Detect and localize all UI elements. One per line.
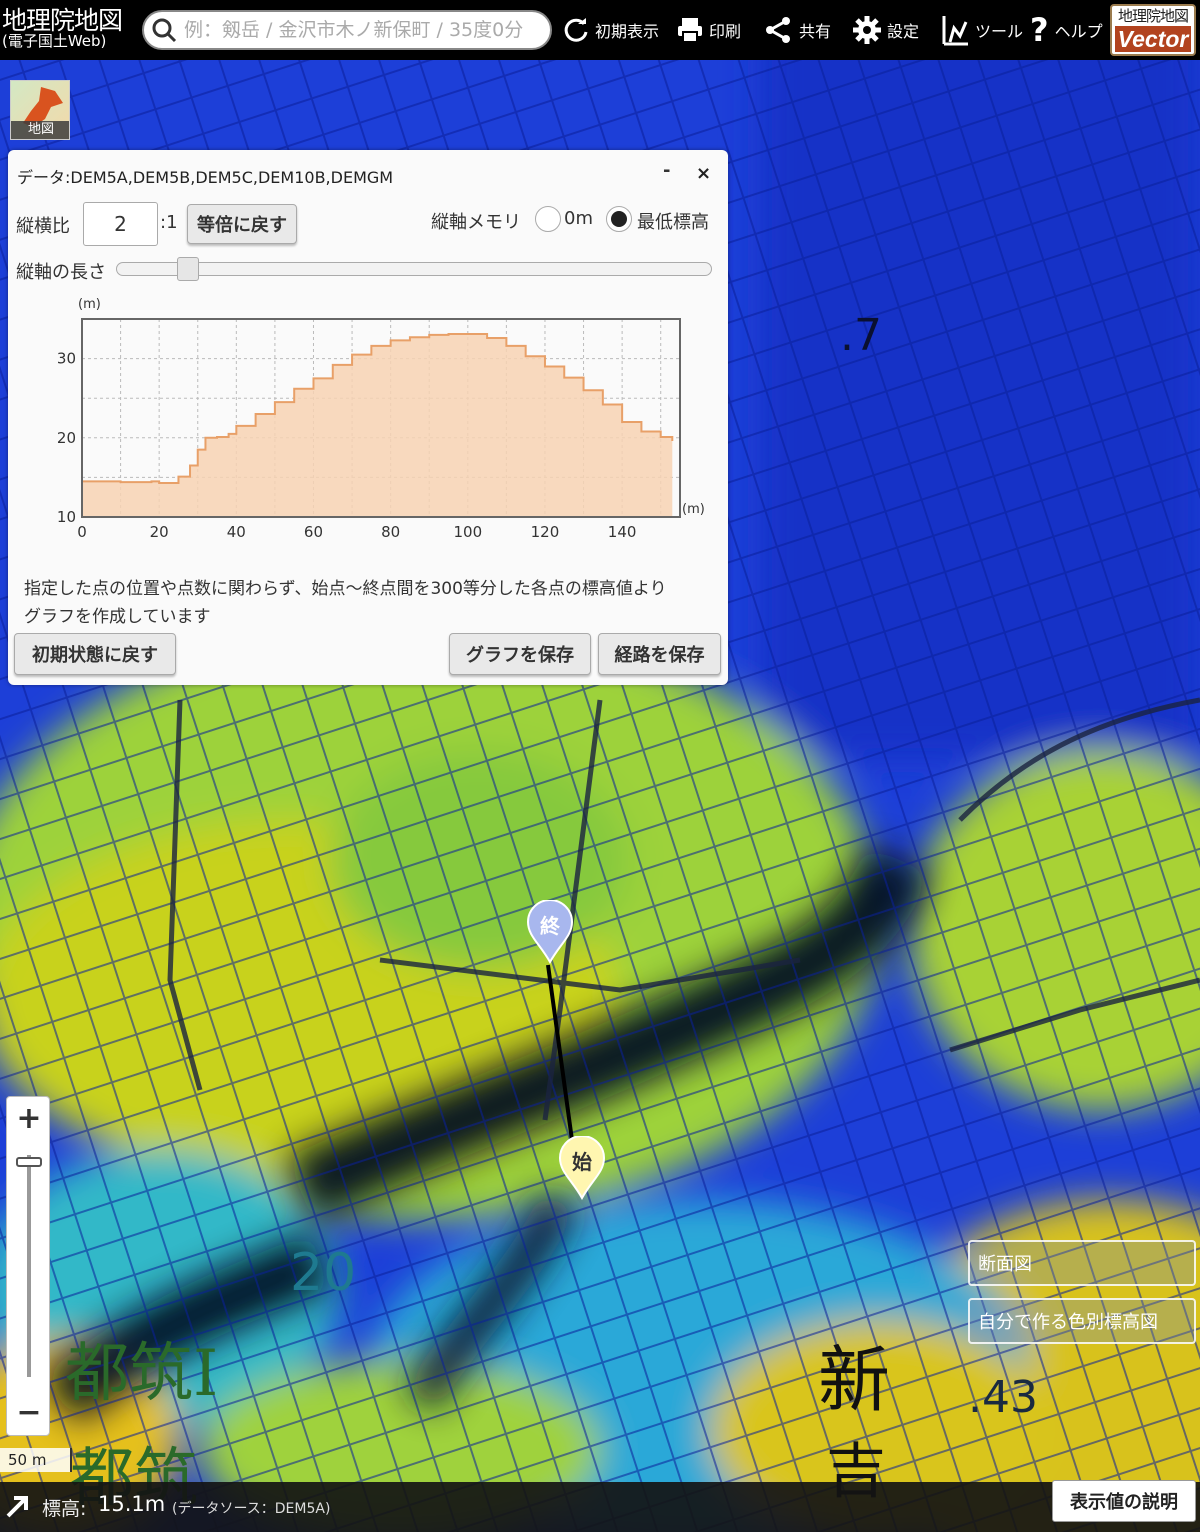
y-tick-label: 10 [57, 508, 76, 526]
profile-tool-button[interactable]: 断面図 [968, 1240, 1196, 1286]
radio-min-elevation[interactable] [606, 206, 632, 232]
x-tick-label: 20 [150, 523, 169, 541]
printer-icon [678, 18, 702, 43]
ratio-label: 縦横比 [16, 216, 70, 237]
axis-length-slider[interactable] [116, 262, 712, 276]
settings-button[interactable]: 設定 [852, 0, 919, 60]
x-tick-label: 0 [77, 523, 87, 541]
zoom-control: + − [6, 1096, 50, 1436]
share-icon [766, 17, 790, 43]
site-logo[interactable]: 地理院地図 (電子国土Web) [0, 0, 138, 60]
y-tick-label: 30 [57, 350, 76, 368]
start-marker-label: 始 [572, 1150, 592, 1174]
note-line-1: 指定した点の位置や点数に関わらず、始点〜終点間を300等分した各点の標高値より [24, 579, 667, 599]
elevation-source: (データソース：DEM5A) [172, 1501, 331, 1517]
elevation-profile-chart: 10 20 30 0 20 40 60 80 100 120 140 (m) (m) [57, 297, 705, 541]
vector-logo-word: Vector [1115, 26, 1191, 52]
radio-zero-m-label: 0m [564, 208, 593, 229]
zoom-slider-rail[interactable] [27, 1155, 31, 1377]
search-box [142, 10, 552, 50]
tool-icon [942, 16, 968, 46]
help-label: ヘルプ [1054, 22, 1103, 41]
zoom-slider-knob[interactable] [16, 1157, 42, 1167]
base-map-selector[interactable]: 地図 [10, 80, 70, 140]
vector-link-logo[interactable]: 地理院地図 Vector [1110, 4, 1196, 56]
elev-label-7: .7 [840, 310, 882, 361]
brand-title: 地理院地図 [2, 6, 123, 35]
save-graph-button[interactable]: グラフを保存 [449, 633, 591, 675]
note-line-2: グラフを作成しています [24, 607, 211, 627]
close-button[interactable]: × [696, 163, 711, 184]
zoom-in-button[interactable]: + [7, 1097, 51, 1141]
y-tick-label: 20 [57, 429, 76, 447]
place-label-shin: 新 [818, 1338, 890, 1422]
expand-arrow-icon[interactable] [4, 1492, 32, 1520]
x-axis-unit: (m) [682, 502, 705, 517]
x-tick-label: 120 [531, 523, 560, 541]
elevation-value: 15.1m [98, 1492, 166, 1516]
share-label: 共有 [799, 22, 832, 41]
reset-view-button[interactable]: 初期表示 [562, 0, 659, 60]
radio-zero-m[interactable] [535, 206, 561, 232]
help-button[interactable]: ? ヘルプ [1030, 0, 1103, 60]
print-label: 印刷 [709, 22, 742, 41]
x-tick-label: 100 [453, 523, 482, 541]
x-tick-label: 140 [608, 523, 637, 541]
zoom-out-button[interactable]: − [7, 1391, 51, 1435]
end-marker[interactable]: 終 [526, 899, 574, 965]
search-input[interactable] [184, 19, 544, 41]
elevation-profile-panel: データ:DEM5A,DEM5B,DEM5C,DEM10B,DEMGM - × 縦… [8, 150, 728, 685]
base-map-label: 地図 [11, 121, 69, 139]
elev-label-43: .43 [968, 1372, 1038, 1423]
axis-length-label: 縦軸の長さ [16, 262, 106, 283]
save-route-button[interactable]: 経路を保存 [598, 633, 721, 675]
axis-length-slider-handle[interactable] [176, 257, 199, 281]
start-marker[interactable]: 始 [558, 1135, 606, 1201]
reset-view-label: 初期表示 [595, 22, 660, 41]
contour-label-20: 20 [290, 1243, 356, 1303]
reset-ratio-button[interactable]: 等倍に戻す [187, 204, 297, 244]
help-icon: ? [1030, 11, 1049, 49]
explain-values-button[interactable]: 表示値の説明 [1052, 1480, 1196, 1522]
x-tick-labels: 0 20 40 60 80 100 120 140 [77, 523, 636, 541]
scale-bar: 50 m [0, 1448, 72, 1472]
share-button[interactable]: 共有 [764, 0, 831, 60]
end-marker-label: 終 [540, 914, 560, 938]
ratio-input[interactable] [83, 202, 158, 246]
brand-subtitle: (電子国土Web) [2, 32, 107, 50]
y-axis-unit: (m) [78, 297, 101, 312]
x-tick-label: 60 [304, 523, 323, 541]
place-label-tsuzuki1: 都筑Ⅰ [65, 1337, 218, 1411]
vector-logo-title: 地理院地図 [1117, 7, 1189, 25]
tools-button[interactable]: ツール [940, 0, 1023, 60]
y-tick-labels: 10 20 30 [57, 350, 76, 526]
print-button[interactable]: 印刷 [676, 0, 741, 60]
axis-memory-label: 縦軸メモリ [431, 212, 521, 233]
ratio-suffix: :1 [160, 212, 178, 233]
search-icon[interactable] [144, 12, 184, 48]
reset-state-button[interactable]: 初期状態に戻す [14, 633, 176, 675]
x-tick-label: 40 [227, 523, 246, 541]
radio-min-elevation-label: 最低標高 [637, 212, 709, 233]
gear-icon [853, 16, 881, 44]
panel-data-source: データ:DEM5A,DEM5B,DEM5C,DEM10B,DEMGM [17, 168, 394, 187]
custom-color-elevation-button[interactable]: 自分で作る色別標高図 [968, 1298, 1196, 1344]
tools-label: ツール [975, 22, 1024, 41]
status-bar: 標高: 15.1m (データソース：DEM5A) [0, 1482, 1200, 1532]
x-tick-label: 80 [381, 523, 400, 541]
reset-icon [564, 18, 588, 42]
minimize-button[interactable]: - [663, 160, 670, 181]
settings-label: 設定 [887, 22, 920, 41]
elevation-label: 標高: [42, 1498, 87, 1520]
top-toolbar: 地理院地図 (電子国土Web) 初期表示 印刷 共有 設定 ツール ? ヘルプ … [0, 0, 1200, 60]
